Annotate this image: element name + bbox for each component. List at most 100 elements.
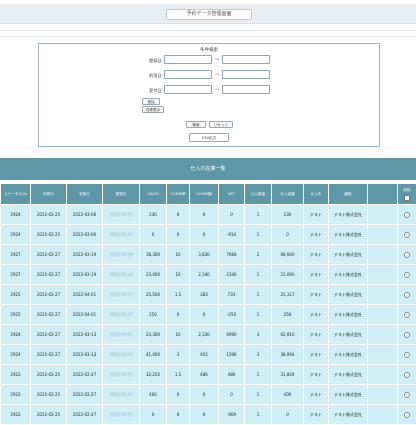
received-date-to-input[interactable] [222,85,270,94]
registered-date-value: 2022-02-27 [109,292,132,297]
table-row[interactable]: 29232022-02-252022-02-272022-02-25400000… [1,385,416,405]
table-cell [368,245,398,265]
search-button[interactable]: 検索 [186,121,206,128]
table-row[interactable]: 29242022-02-252022-03-062022-02-25000-91… [1,225,416,245]
table-cell [368,405,398,425]
delete-select-radio[interactable] [404,372,410,378]
delete-select-radio[interactable] [404,352,410,358]
table-row[interactable]: 29242022-02-272022-03-132022-03-0141,400… [1,345,416,365]
delete-select-radio[interactable] [404,272,410,278]
table-cell: -250 [219,305,245,325]
table-cell: 0 [167,225,190,245]
delete-cell [398,305,416,325]
delete-select-radio[interactable] [404,332,410,338]
table-cell: 2927 [1,245,31,265]
table-cell: 3,830 [190,245,219,265]
table-cell: 2022-02-25 [103,205,140,225]
table-cell: テスト株式会社 [329,245,368,265]
csv-export-button[interactable]: CSV出力 [189,133,229,142]
select-all-checkbox[interactable] [404,195,410,201]
table-cell: 2923 [1,385,31,405]
received-date-label: 受付日: [139,88,163,94]
table-cell: 2022-03-01 [103,325,140,345]
delete-select-radio[interactable] [404,392,410,398]
table-cell: 1 [245,305,272,325]
use-date-from-input[interactable] [164,70,212,79]
table-cell: 25,117 [272,285,304,305]
table-cell: 2022-02-27 [31,345,67,365]
registered-date-from-input[interactable] [164,55,212,64]
table-cell: 2022-03-06 [67,205,103,225]
table-cell: -909 [219,405,245,425]
table-cell: 0 [272,405,304,425]
delete-cell [398,285,416,305]
page-title: 予約データ管理画面 [166,9,252,20]
table-cell: テスト [304,385,329,405]
add-button[interactable]: 追加 [142,98,160,105]
table-cell: 2022-02-27 [67,385,103,405]
table-cell: 2022-03-01 [103,345,140,365]
table-cell: 1.5 [167,365,190,385]
search-panel: 条件検索 登録日: ～ 利用日: ～ 受付日: ～ 追加 在庫表示 検索 リセッ… [38,43,380,147]
table-row[interactable]: 29252022-02-272022-04-012022-02-2725,500… [1,285,416,305]
registered-date-to-input[interactable] [222,55,270,64]
table-row[interactable]: 29272022-02-272022-03-192022-02-2838,300… [1,245,416,265]
delete-cell [398,245,416,265]
table-cell: 7668 [219,245,245,265]
table-cell: 2022-02-25 [31,225,67,245]
table-row[interactable]: 29232022-02-252022-02-272022-02-25000-90… [1,405,416,425]
table-cell: テスト [304,365,329,385]
table-cell: テスト株式会社 [329,305,368,325]
table-cell: 0 [190,405,219,425]
table-cell: 2,330 [190,325,219,345]
table-cell: 2022-03-06 [67,225,103,245]
stock-display-button[interactable]: 在庫表示 [142,106,164,113]
table-cell: 0 [190,205,219,225]
table-cell: 31,804 [272,365,304,385]
delete-cell [398,325,416,345]
table-cell: 250 [272,305,304,325]
table-row[interactable]: 29242022-02-252022-03-062022-02-25230000… [1,205,416,225]
delete-cell [398,265,416,285]
table-cell: 0 [167,305,190,325]
delete-select-radio[interactable] [404,292,410,298]
delete-select-radio[interactable] [404,232,410,238]
column-header: 仕入金額 [272,184,304,205]
column-header [368,184,398,205]
reset-button[interactable]: リセット [209,121,233,128]
table-cell: テスト株式会社 [329,365,368,385]
use-date-to-input[interactable] [222,70,270,79]
received-date-from-input[interactable] [164,85,212,94]
table-cell: 1 [245,405,272,425]
table-cell: 2022-02-28 [103,265,140,285]
table-cell: 2925 [1,305,31,325]
table-cell: 2022-03-13 [67,325,103,345]
table-cell: テスト株式会社 [329,225,368,245]
table-row[interactable]: 29232022-02-252022-02-272022-02-2532,250… [1,365,416,385]
table-cell: 2022-03-19 [67,265,103,285]
table-cell: 2022-02-25 [103,405,140,425]
delete-cell [398,345,416,365]
delete-select-radio[interactable] [404,212,410,218]
table-cell: テスト [304,305,329,325]
table-row[interactable]: 29242022-02-272022-03-132022-03-0123,300… [1,325,416,345]
table-cell [368,385,398,405]
table-row[interactable]: 29272022-02-272022-03-192022-02-2823,400… [1,265,416,285]
delete-select-radio[interactable] [404,312,410,318]
table-cell: 1 [245,225,272,245]
registered-date-value: 2022-02-27 [109,312,132,317]
table-cell [368,265,398,285]
table-cell [368,305,398,325]
divider [0,36,416,37]
table-header-row: ステータスNo申請日利用日登録日SALESCOMM率COMM額NET仕入数量仕入… [1,184,416,205]
table-row[interactable]: 29252022-02-272022-04-012022-02-2725000-… [1,305,416,325]
table-cell: 230 [140,205,167,225]
delete-select-radio[interactable] [404,412,410,418]
table-cell: 2022-02-27 [31,305,67,325]
table-cell: 2022-02-27 [103,305,140,325]
delete-select-radio[interactable] [404,252,410,258]
table-cell: テスト株式会社 [329,385,368,405]
table-cell: 2022-02-25 [31,385,67,405]
table-cell: 2340 [219,265,245,285]
table-cell: 2022-02-27 [67,405,103,425]
